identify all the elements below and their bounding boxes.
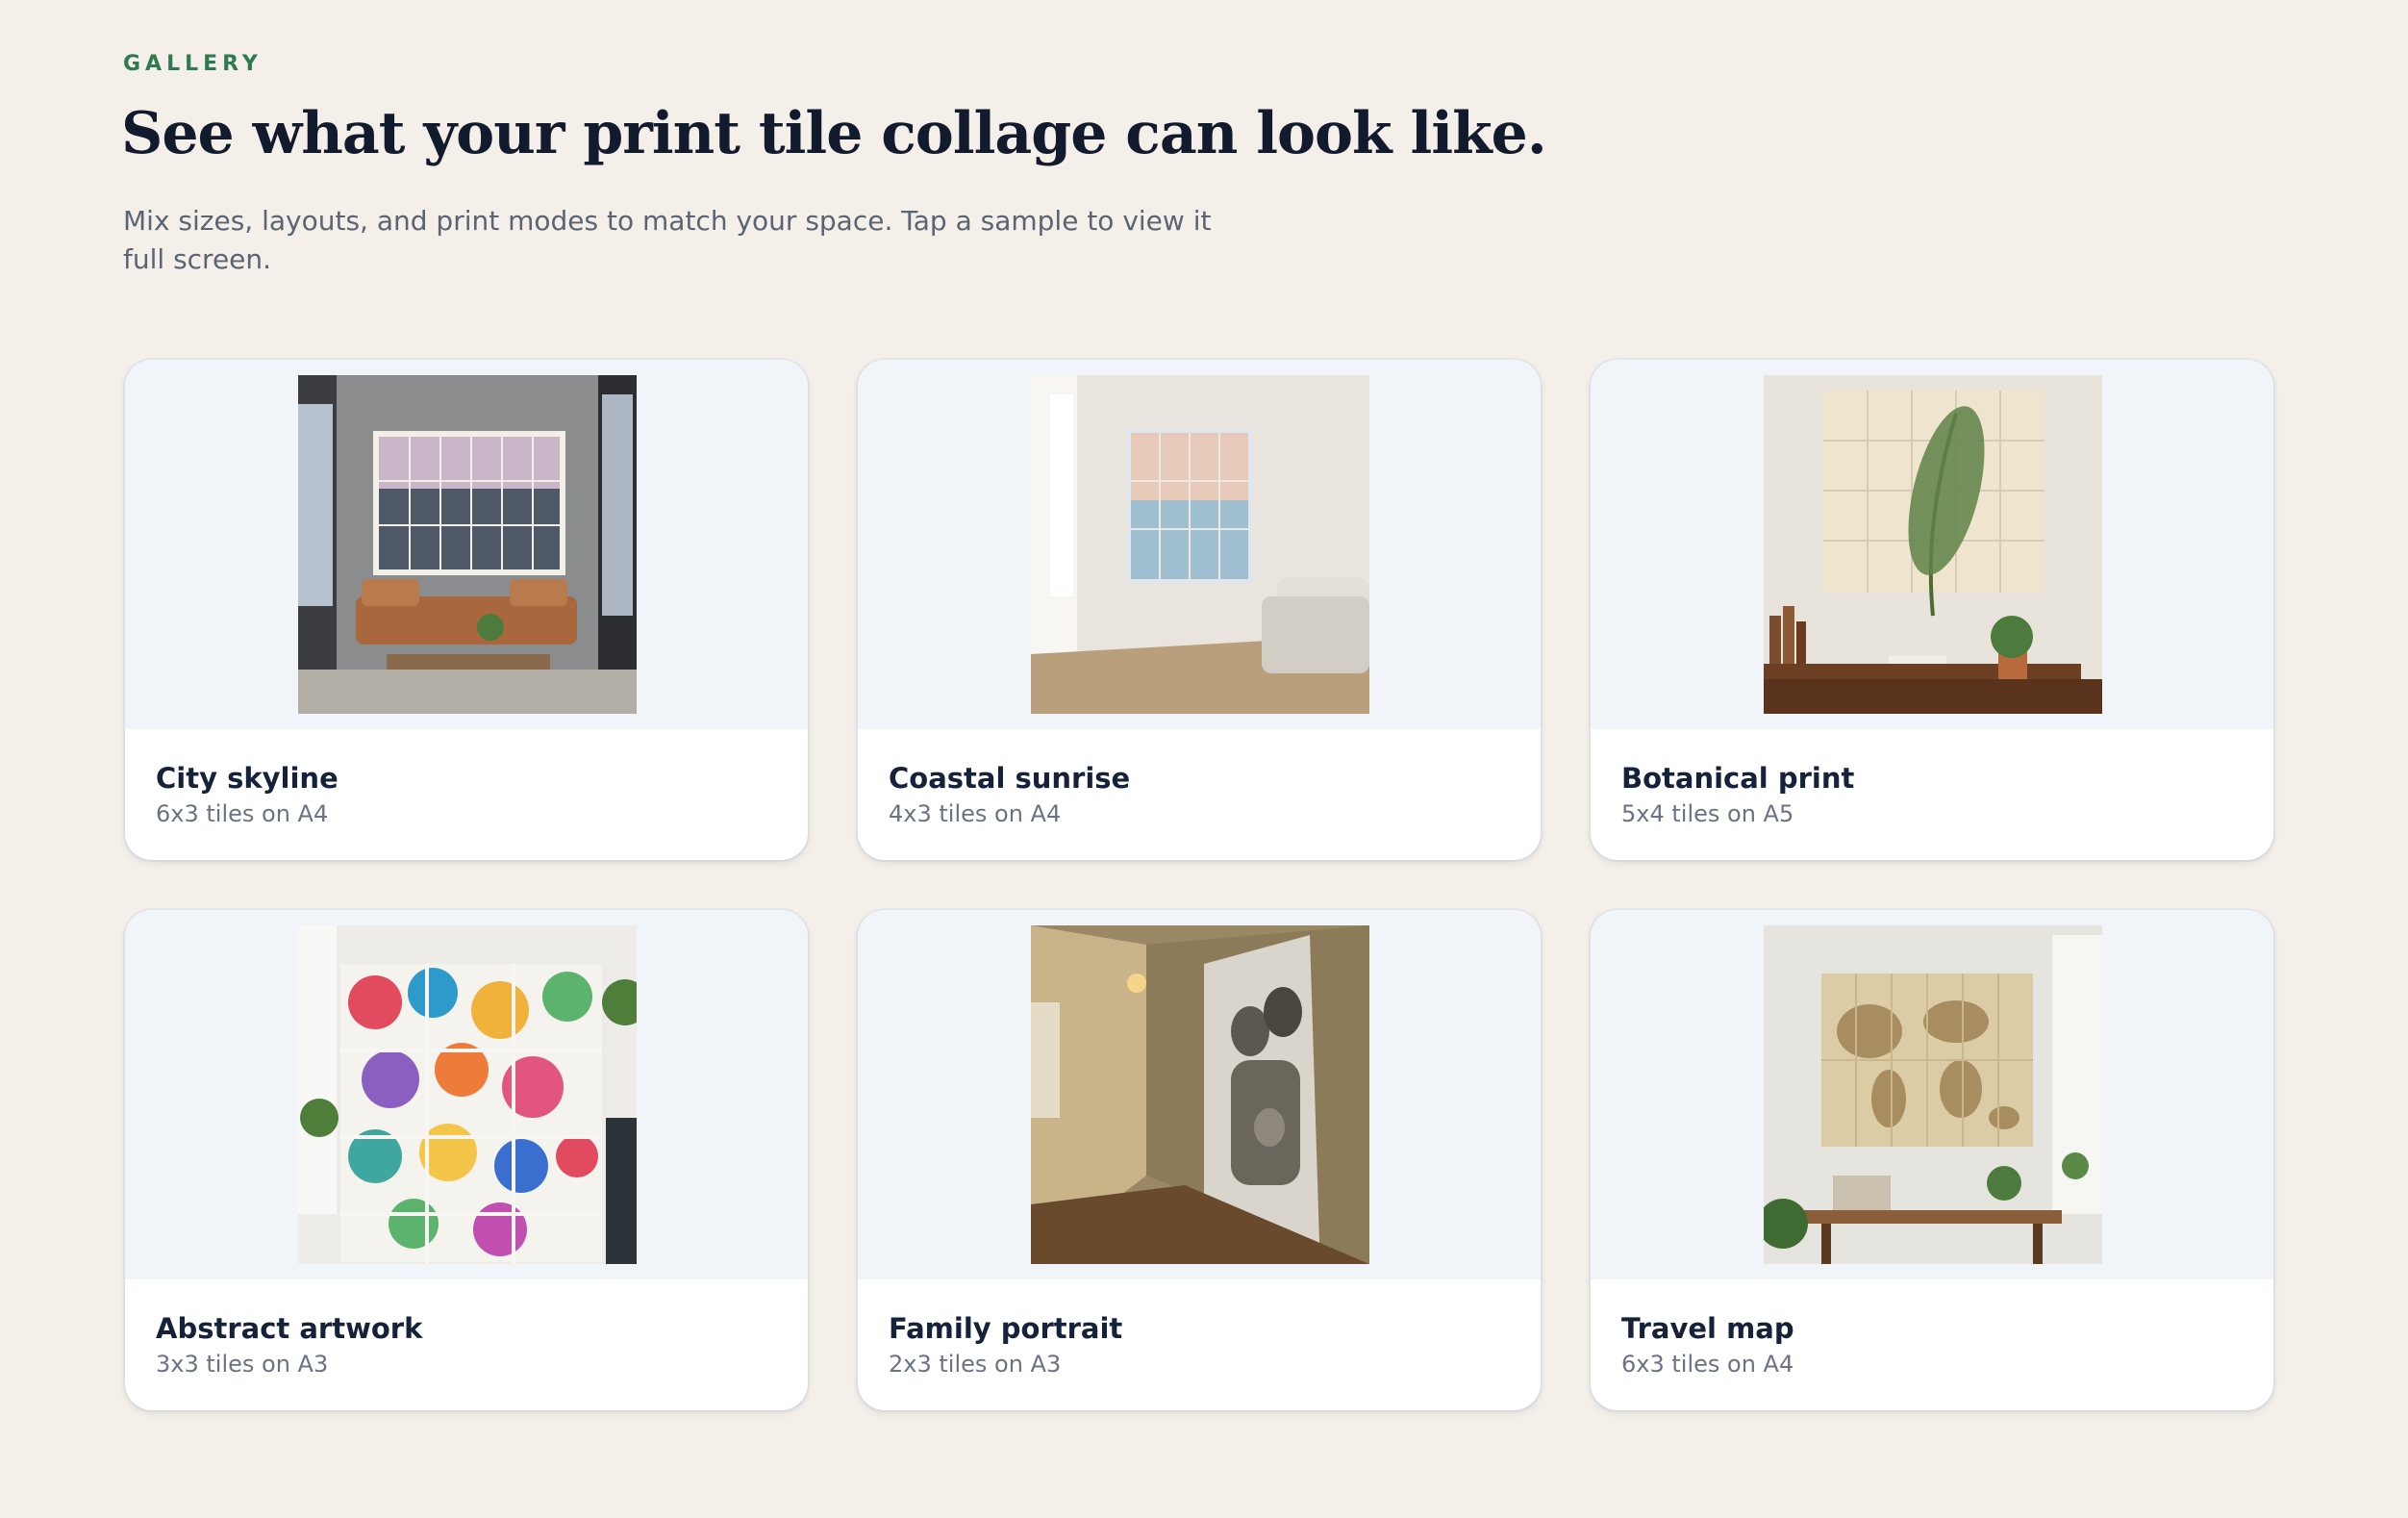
card-media — [858, 910, 1541, 1279]
city-skyline-image[interactable] — [298, 375, 637, 714]
card-media — [125, 910, 808, 1279]
gallery-card-coastal-sunrise[interactable]: Coastal sunrise 4x3 tiles on A4 — [858, 360, 1541, 860]
card-body: Botanical print 5x4 tiles on A5 — [1591, 729, 2273, 829]
card-media — [1591, 360, 2273, 729]
card-media — [125, 360, 808, 729]
gallery-card-city-skyline[interactable]: City skyline 6x3 tiles on A4 — [125, 360, 808, 860]
abstract-artwork-image[interactable] — [298, 925, 637, 1264]
card-body: Travel map 6x3 tiles on A4 — [1591, 1279, 2273, 1379]
card-title: Family portrait — [889, 1312, 1123, 1345]
gallery-card-travel-map[interactable]: Travel map 6x3 tiles on A4 — [1591, 910, 2273, 1410]
card-meta: 6x3 tiles on A4 — [1621, 1351, 1794, 1378]
card-meta: 6x3 tiles on A4 — [156, 800, 329, 827]
gallery-page: GALLERY See what your print tile collage… — [0, 0, 2408, 1518]
card-media — [1591, 910, 2273, 1279]
card-meta: 3x3 tiles on A3 — [156, 1351, 329, 1378]
gallery-grid: City skyline 6x3 tiles on A4 Coastal sun… — [125, 360, 2273, 1410]
card-title: Botanical print — [1621, 762, 1855, 795]
card-body: City skyline 6x3 tiles on A4 — [125, 729, 808, 829]
page-title: See what your print tile collage can loo… — [121, 100, 1547, 167]
gallery-card-family-portrait[interactable]: Family portrait 2x3 tiles on A3 — [858, 910, 1541, 1410]
section-eyebrow: GALLERY — [123, 52, 263, 76]
card-meta: 2x3 tiles on A3 — [889, 1351, 1062, 1378]
card-title: City skyline — [156, 762, 339, 795]
card-title: Travel map — [1621, 1312, 1794, 1345]
gallery-card-botanical-print[interactable]: Botanical print 5x4 tiles on A5 — [1591, 360, 2273, 860]
card-title: Coastal sunrise — [889, 762, 1131, 795]
card-body: Coastal sunrise 4x3 tiles on A4 — [858, 729, 1541, 829]
coastal-sunrise-image[interactable] — [1031, 375, 1369, 714]
travel-map-image[interactable] — [1764, 925, 2102, 1264]
card-title: Abstract artwork — [156, 1312, 423, 1345]
gallery-card-abstract-artwork[interactable]: Abstract artwork 3x3 tiles on A3 — [125, 910, 808, 1410]
botanical-print-image[interactable] — [1764, 375, 2102, 714]
family-portrait-image[interactable] — [1031, 925, 1369, 1264]
card-body: Abstract artwork 3x3 tiles on A3 — [125, 1279, 808, 1379]
card-media — [858, 360, 1541, 729]
card-body: Family portrait 2x3 tiles on A3 — [858, 1279, 1541, 1379]
card-meta: 4x3 tiles on A4 — [889, 800, 1062, 827]
card-meta: 5x4 tiles on A5 — [1621, 800, 1794, 827]
page-subtitle: Mix sizes, layouts, and print modes to m… — [123, 205, 1212, 275]
